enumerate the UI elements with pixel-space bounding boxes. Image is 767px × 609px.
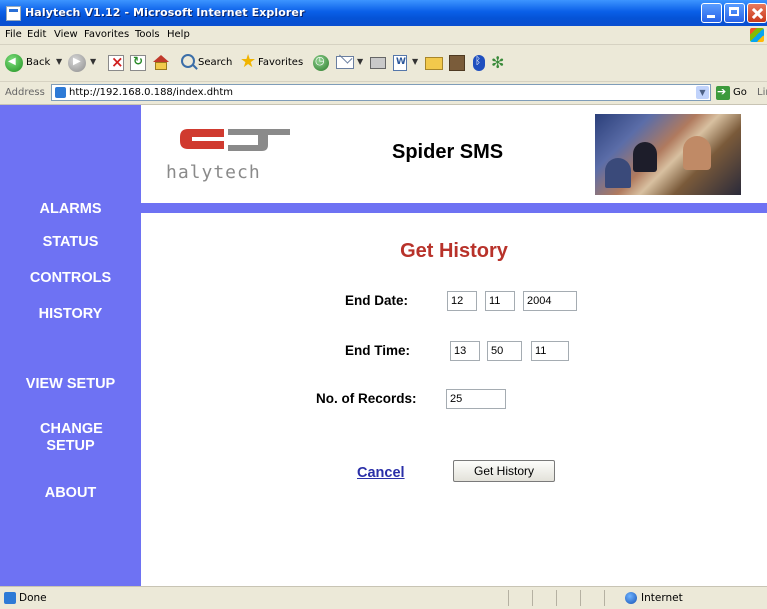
sidebar-item-view-setup[interactable]: VIEW SETUP <box>0 376 141 393</box>
menu-file[interactable]: File <box>5 29 22 40</box>
minimize-button[interactable] <box>701 3 722 23</box>
history-icon[interactable] <box>313 54 329 71</box>
window-title: Halytech V1.12 - Microsoft Internet Expl… <box>25 6 305 19</box>
ie-app-icon[interactable] <box>6 6 21 21</box>
home-icon[interactable] <box>152 55 170 71</box>
photo-figure <box>633 142 657 172</box>
logo-text: halytech <box>166 162 261 183</box>
header-divider <box>141 203 767 213</box>
halytech-logo: halytech <box>166 125 296 189</box>
mail-icon[interactable] <box>336 56 354 69</box>
back-arrow-icon[interactable] <box>5 54 23 72</box>
edit-word-icon[interactable] <box>393 55 407 71</box>
end-time-minute-input[interactable] <box>487 341 522 361</box>
status-divider <box>604 590 605 606</box>
page-icon <box>55 87 66 98</box>
end-date-month-input[interactable] <box>485 291 515 311</box>
print-icon[interactable] <box>370 57 386 69</box>
go-arrow-icon[interactable] <box>716 85 730 100</box>
internet-zone-icon <box>625 592 637 604</box>
records-label: No. of Records: <box>316 391 417 406</box>
sidebar-item-controls[interactable]: CONTROLS <box>0 270 141 287</box>
sidebar-item-alarms[interactable]: ALARMS <box>0 201 141 218</box>
menu-help[interactable]: Help <box>167 29 190 40</box>
standard-toolbar: Back ▼ ▼ Search ★ Favorites ▼ ▼ ✻ <box>0 45 767 82</box>
address-url[interactable]: http://192.168.0.188/index.dhtm <box>69 87 233 98</box>
logo-mark-red <box>180 129 224 149</box>
bluetooth-icon[interactable] <box>473 55 485 71</box>
status-text: Done <box>19 592 47 604</box>
status-divider <box>508 590 509 606</box>
get-history-button[interactable]: Get History <box>453 460 555 482</box>
logo-mark-grey <box>228 129 290 151</box>
page-viewport: ALARMS STATUS CONTROLS HISTORY VIEW SETU… <box>0 105 767 586</box>
search-button[interactable]: Search <box>198 57 232 68</box>
windows-logo-icon <box>750 28 764 42</box>
address-label: Address <box>5 87 45 98</box>
end-time-label: End Time: <box>345 343 411 358</box>
site-title: Spider SMS <box>392 141 504 163</box>
end-date-year-input[interactable] <box>523 291 577 311</box>
status-divider <box>580 590 581 606</box>
photo-figure <box>683 136 711 170</box>
security-zone-label: Internet <box>641 592 683 604</box>
status-bar: Done Internet <box>0 586 767 609</box>
address-bar: Address http://192.168.0.188/index.dhtm … <box>0 82 767 105</box>
maximize-button[interactable] <box>724 3 745 23</box>
menu-edit[interactable]: Edit <box>27 29 46 40</box>
header-photo <box>595 114 741 195</box>
forward-arrow-icon[interactable] <box>68 54 86 72</box>
research-icon[interactable] <box>449 55 465 71</box>
back-button[interactable]: Back <box>26 57 50 68</box>
address-input[interactable]: http://192.168.0.188/index.dhtm ▼ <box>51 84 711 101</box>
favorites-button[interactable]: Favorites <box>258 57 303 68</box>
sidebar-item-history[interactable]: HISTORY <box>0 306 141 323</box>
stop-icon[interactable] <box>108 53 124 71</box>
form-heading: Get History <box>400 240 508 262</box>
status-divider <box>532 590 533 606</box>
cancel-link[interactable]: Cancel <box>357 465 405 481</box>
sidebar-nav: ALARMS STATUS CONTROLS HISTORY VIEW SETU… <box>0 105 141 586</box>
refresh-icon[interactable] <box>130 54 146 71</box>
end-date-label: End Date: <box>345 293 409 308</box>
menu-bar: File Edit View Favorites Tools Help <box>0 26 767 45</box>
messenger-icon[interactable]: ✻ <box>491 53 504 73</box>
status-divider <box>556 590 557 606</box>
back-dropdown-icon[interactable]: ▼ <box>56 57 62 66</box>
photo-figure <box>605 158 631 188</box>
address-dropdown-icon[interactable]: ▼ <box>696 86 709 99</box>
sidebar-item-change-setup[interactable]: CHANGE SETUP <box>0 421 141 455</box>
go-button[interactable]: Go <box>733 87 747 98</box>
sidebar-item-status[interactable]: STATUS <box>0 234 141 251</box>
folder-icon[interactable] <box>425 57 443 70</box>
end-date-day-input[interactable] <box>447 291 477 311</box>
menu-tools[interactable]: Tools <box>135 29 160 40</box>
search-icon[interactable] <box>181 54 195 68</box>
title-bar[interactable]: Halytech V1.12 - Microsoft Internet Expl… <box>0 0 767 26</box>
sidebar-item-about[interactable]: ABOUT <box>0 485 141 502</box>
close-button[interactable] <box>747 3 767 23</box>
mail-dropdown-icon[interactable]: ▼ <box>357 57 363 66</box>
links-button[interactable]: Links <box>757 87 767 98</box>
end-time-second-input[interactable] <box>531 341 569 361</box>
menu-view[interactable]: View <box>54 29 78 40</box>
menu-favorites[interactable]: Favorites <box>84 29 129 40</box>
edit-dropdown-icon[interactable]: ▼ <box>412 57 418 66</box>
page-loaded-icon <box>4 592 16 604</box>
records-input[interactable] <box>446 389 506 409</box>
end-time-hour-input[interactable] <box>450 341 480 361</box>
favorites-star-icon[interactable]: ★ <box>240 51 256 72</box>
forward-dropdown-icon[interactable]: ▼ <box>90 57 96 66</box>
